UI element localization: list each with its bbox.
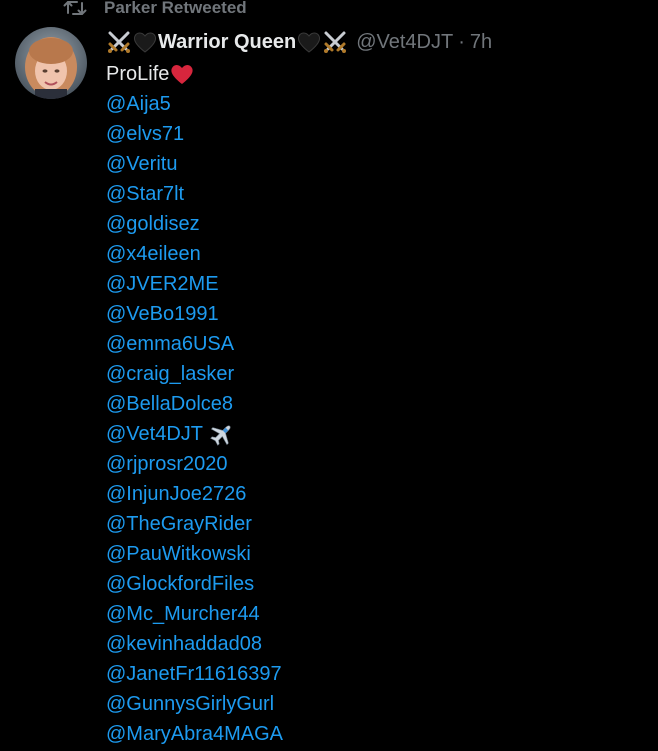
crossed-swords-icon — [322, 29, 348, 55]
mention-link[interactable]: @VeBo1991 — [106, 299, 283, 329]
mention-link[interactable]: @goldisez — [106, 209, 283, 239]
separator-dot: · — [458, 30, 465, 53]
mention-link[interactable]: @emma6USA — [106, 329, 283, 359]
mention-link[interactable]: @kevinhaddad08 — [106, 629, 283, 659]
tweet[interactable]: Parker Retweeted Warrior Queen @Vet4DJT … — [0, 0, 658, 751]
mention-link[interactable]: @elvs71 — [106, 119, 283, 149]
retweet-context[interactable]: Parker Retweeted — [62, 0, 247, 20]
author-handle[interactable]: @Vet4DJT — [356, 31, 453, 54]
mention-link[interactable]: @JVER2ME — [106, 269, 283, 299]
mention-link[interactable]: @craig_lasker — [106, 359, 283, 389]
retweet-label[interactable]: Parker Retweeted — [104, 0, 247, 18]
mention-link[interactable]: @Vet4DJT — [106, 419, 283, 449]
red-heart-icon — [169, 61, 195, 87]
mention-link[interactable]: @Veritu — [106, 149, 283, 179]
mention-link[interactable]: @BellaDolce8 — [106, 389, 283, 419]
mention-link[interactable]: @Star7lt — [106, 179, 283, 209]
mention-link[interactable]: @Aija5 — [106, 89, 283, 119]
mention-link[interactable]: @PauWitkowski — [106, 539, 283, 569]
avatar[interactable] — [15, 27, 87, 99]
tweet-text: ProLife @Aija5 @elvs71 @Veritu @Star7lt … — [106, 59, 283, 749]
retweet-icon — [62, 0, 88, 19]
author-name-link[interactable]: Warrior Queen — [106, 29, 348, 55]
tweet-first-line: ProLife — [106, 59, 283, 89]
mention-link[interactable]: @JanetFr11616397 — [106, 659, 283, 689]
black-heart-icon — [132, 29, 158, 55]
mention-link[interactable]: @TheGrayRider — [106, 509, 283, 539]
airplane-icon — [209, 421, 235, 447]
black-heart-icon — [296, 29, 322, 55]
tweet-first-line-text: ProLife — [106, 63, 170, 85]
mention-link[interactable]: @rjprosr2020 — [106, 449, 283, 479]
mention-link[interactable]: @GunnysGirlyGurl — [106, 689, 283, 719]
mention-link[interactable]: @x4eileen — [106, 239, 283, 269]
mention-link[interactable]: @Mc_Murcher44 — [106, 599, 283, 629]
tweet-timestamp[interactable]: 7h — [470, 31, 492, 54]
mention-link[interactable]: @MaryAbra4MAGA — [106, 719, 283, 749]
crossed-swords-icon — [106, 29, 132, 55]
author-name[interactable]: Warrior Queen — [158, 31, 296, 54]
mention-link[interactable]: @GlockfordFiles — [106, 569, 283, 599]
mention-link[interactable]: @InjunJoe2726 — [106, 479, 283, 509]
tweet-header: Warrior Queen @Vet4DJT · 7h — [106, 28, 492, 56]
